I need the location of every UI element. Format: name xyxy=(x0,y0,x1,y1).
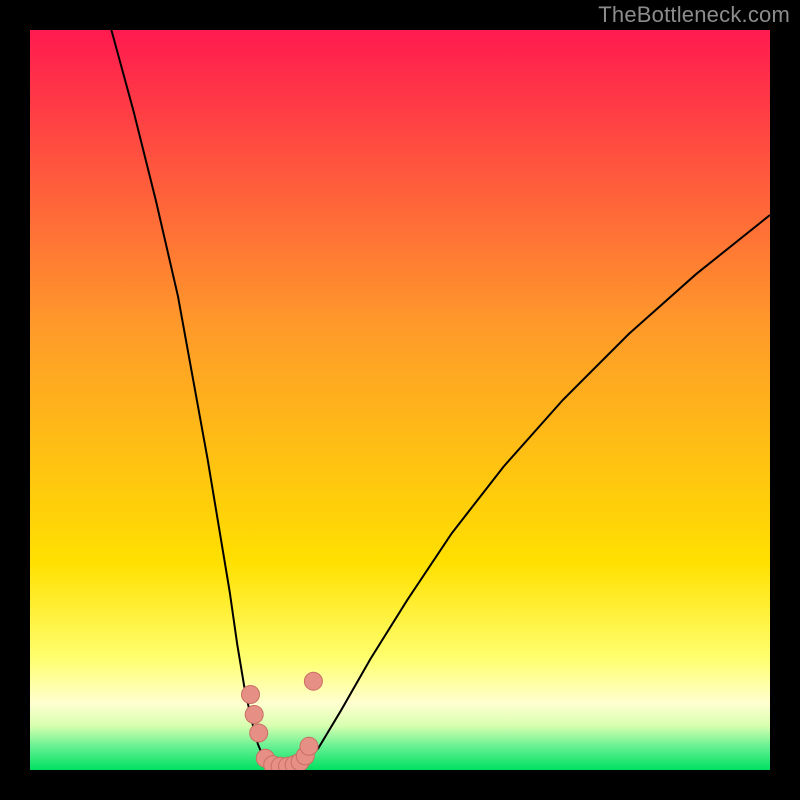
marker-point xyxy=(245,706,263,724)
watermark-text: TheBottleneck.com xyxy=(598,2,790,28)
chart-svg xyxy=(30,30,770,770)
marker-point xyxy=(304,672,322,690)
marker-point xyxy=(300,737,318,755)
marker-point xyxy=(250,724,268,742)
plot-area xyxy=(30,30,770,770)
chart-frame: TheBottleneck.com xyxy=(0,0,800,800)
marker-point xyxy=(242,686,260,704)
